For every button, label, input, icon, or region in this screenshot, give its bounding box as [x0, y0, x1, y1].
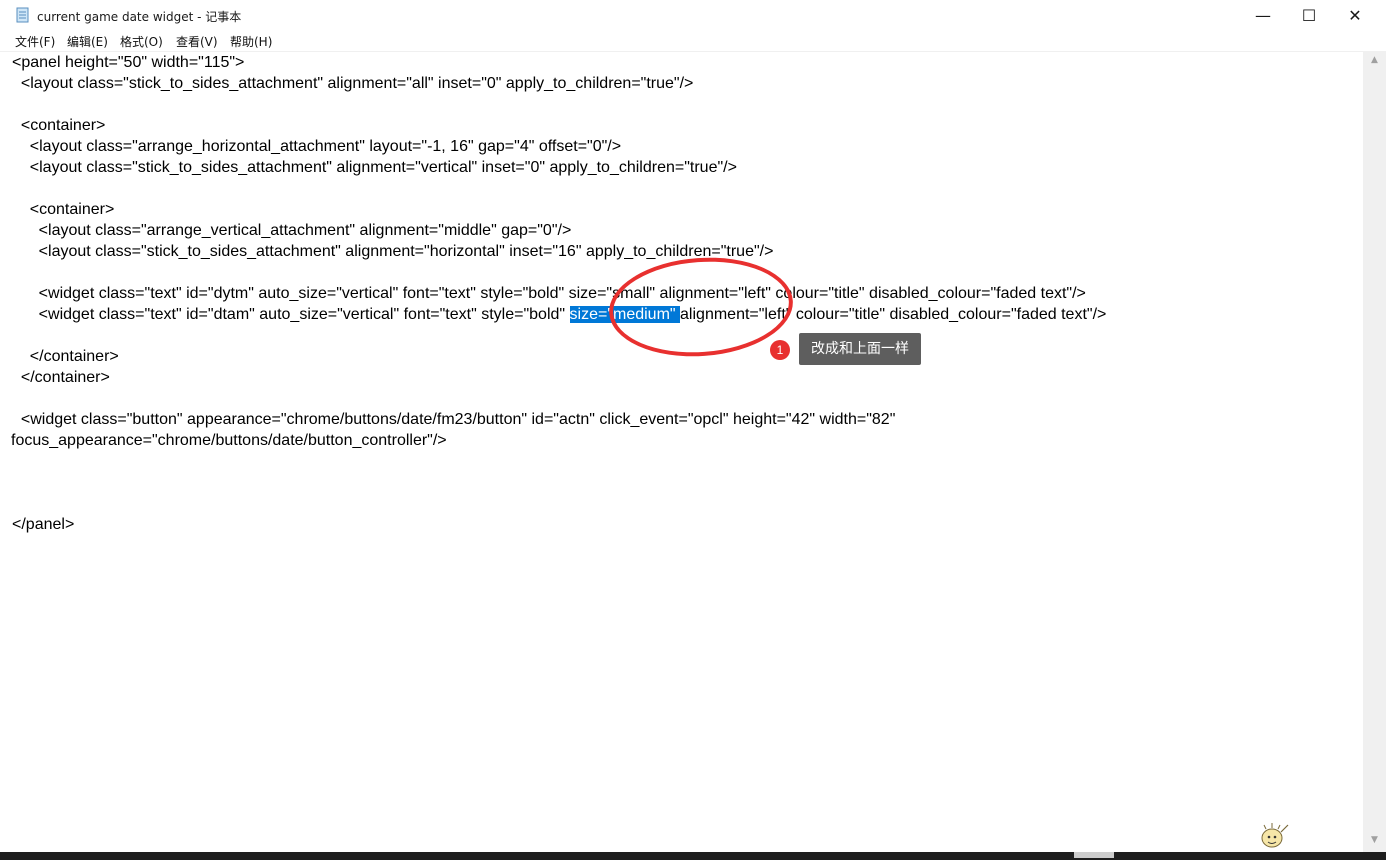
code-line: <container> [12, 201, 115, 218]
annotation-note: 改成和上面一样 [799, 333, 921, 365]
menu-edit[interactable]: 编辑(E) [65, 33, 110, 50]
minimize-button[interactable]: — [1240, 0, 1286, 30]
vertical-scrollbar[interactable] [1363, 52, 1386, 852]
code-line: <widget class="button" appearance="chrom… [12, 411, 896, 428]
maximize-icon: ☐ [1301, 5, 1317, 25]
code-line: </container> [12, 348, 119, 365]
selected-line-before: <widget class="text" id="dtam" auto_size… [12, 306, 570, 323]
window-title: current game date widget - 记事本 [37, 10, 242, 24]
close-icon: ✕ [1348, 5, 1362, 25]
menu-format[interactable]: 格式(O) [118, 33, 165, 50]
menu-bar: 文件(F) 编辑(E) 格式(O) 查看(V) 帮助(H) [0, 30, 1386, 52]
code-line: <layout class="arrange_horizontal_attach… [12, 138, 622, 155]
code-line: <layout class="arrange_vertical_attachme… [12, 222, 572, 239]
menu-view[interactable]: 查看(V) [174, 33, 220, 50]
notepad-icon [15, 7, 31, 23]
code-line: </panel> [12, 516, 75, 533]
code-line: <container> [12, 117, 106, 134]
code-line: <layout class="stick_to_sides_attachment… [12, 243, 774, 260]
scroll-up-icon[interactable]: ▲ [1363, 52, 1386, 69]
menu-file[interactable]: 文件(F) [13, 33, 57, 50]
code-line: <layout class="stick_to_sides_attachment… [12, 75, 694, 92]
close-button[interactable]: ✕ [1332, 0, 1378, 30]
notepad-window: current game date widget - 记事本 — ☐ ✕ 文件(… [0, 0, 1386, 860]
minimize-icon: — [1255, 5, 1271, 25]
code-line: focus_appearance="chrome/buttons/date/bu… [11, 432, 447, 449]
code-line-selected: <widget class="text" id="dtam" auto_size… [12, 304, 1106, 325]
code-line: <layout class="stick_to_sides_attachment… [12, 159, 737, 176]
code-line: <panel height="50" width="115"> [12, 54, 245, 71]
annotation-number-badge: 1 [770, 340, 790, 360]
lightbulb-mascot-icon [1256, 820, 1292, 850]
maximize-button[interactable]: ☐ [1286, 0, 1332, 30]
bottom-edge [0, 852, 1386, 860]
scroll-down-icon[interactable]: ▼ [1363, 832, 1386, 849]
text-editor[interactable]: <panel height="50" width="115"> <layout … [0, 52, 1363, 852]
code-line: </container> [12, 369, 110, 386]
title-bar[interactable]: current game date widget - 记事本 — ☐ ✕ [0, 0, 1386, 30]
horizontal-scroll-thumb[interactable] [1074, 852, 1114, 858]
menu-help[interactable]: 帮助(H) [228, 33, 274, 50]
code-line: <widget class="text" id="dytm" auto_size… [12, 285, 1086, 302]
